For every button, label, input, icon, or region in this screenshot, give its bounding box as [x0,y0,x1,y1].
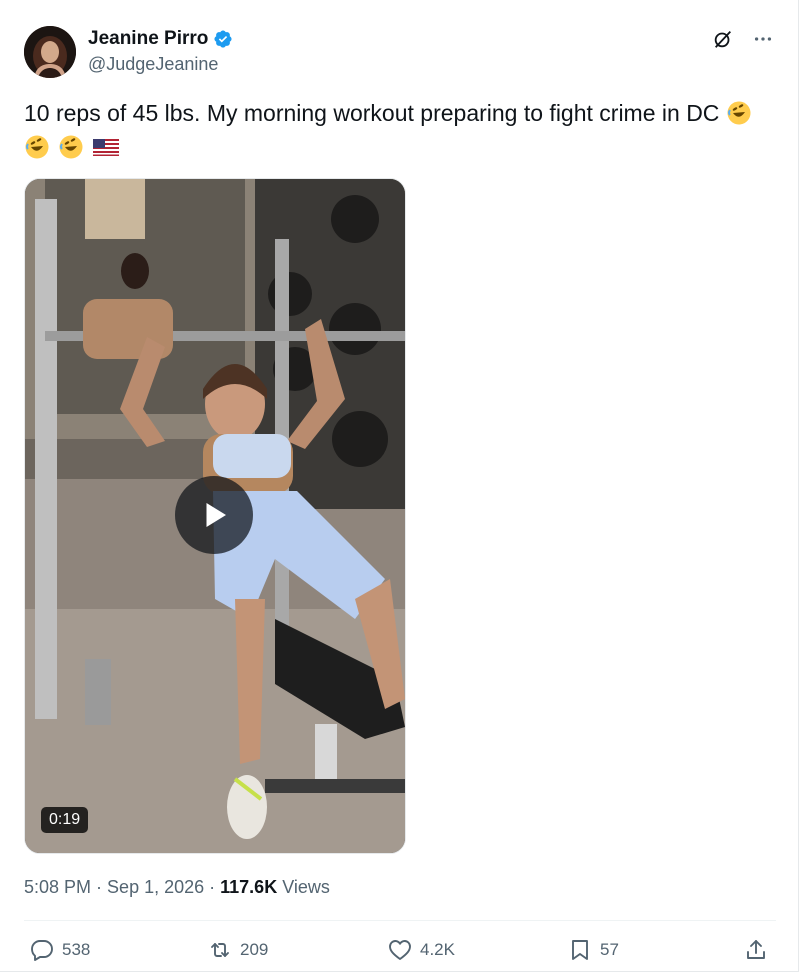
repost-button[interactable]: 209 [208,938,268,962]
views-count[interactable]: 117.6K [220,877,277,897]
verified-badge-icon[interactable] [213,29,233,49]
tweet-body: 10 reps of 45 lbs. My morning workout pr… [24,100,720,126]
meta-separator: · [91,877,108,897]
reply-icon [31,940,53,961]
views-label: Views [282,877,330,897]
reply-button[interactable]: 538 [30,938,90,962]
bookmark-button[interactable]: 57 [568,938,619,962]
rofl-emoji-icon [58,134,84,160]
top-actions [710,26,776,52]
grok-icon[interactable] [710,26,736,52]
tweet-meta: 5:08 PM · Sep 1, 2026 · 117.6K Views [24,874,330,900]
tweet-time[interactable]: 5:08 PM [24,877,91,897]
avatar[interactable] [24,26,76,78]
like-button[interactable]: 4.2K [388,938,455,962]
tweet-actions: 538 209 4.2K 57 [24,938,776,972]
bookmark-count: 57 [600,940,619,959]
bookmark-icon [572,940,588,960]
repost-count: 209 [240,940,269,959]
share-button[interactable] [744,938,768,962]
us-flag-icon [92,134,119,160]
author-display-name[interactable]: Jeanine Pirro [88,27,208,51]
tweet-header: Jeanine Pirro @JudgeJeanine [24,24,776,80]
video-duration-badge: 0:19 [41,807,89,833]
share-icon [747,940,765,959]
author-handle[interactable]: @JudgeJeanine [88,51,233,77]
rofl-emoji-icon [24,134,50,160]
author-display-name-row[interactable]: Jeanine Pirro [88,27,233,51]
play-button[interactable] [175,476,253,554]
meta-separator: · [204,877,221,897]
divider [24,920,776,921]
repost-icon [211,943,229,957]
author-names: Jeanine Pirro @JudgeJeanine [88,27,233,77]
rofl-emoji-icon [726,100,752,126]
more-options-icon[interactable] [750,26,776,52]
tweet-card: Jeanine Pirro @JudgeJeanine 10 reps of 4… [0,0,799,972]
play-icon [206,503,226,527]
reply-count: 538 [62,940,91,959]
heart-icon [389,940,411,960]
tweet-date[interactable]: Sep 1, 2026 [107,877,204,897]
like-count: 4.2K [420,940,455,959]
video-player[interactable]: 0:19 [24,178,406,854]
tweet-text: 10 reps of 45 lbs. My morning workout pr… [24,96,776,164]
